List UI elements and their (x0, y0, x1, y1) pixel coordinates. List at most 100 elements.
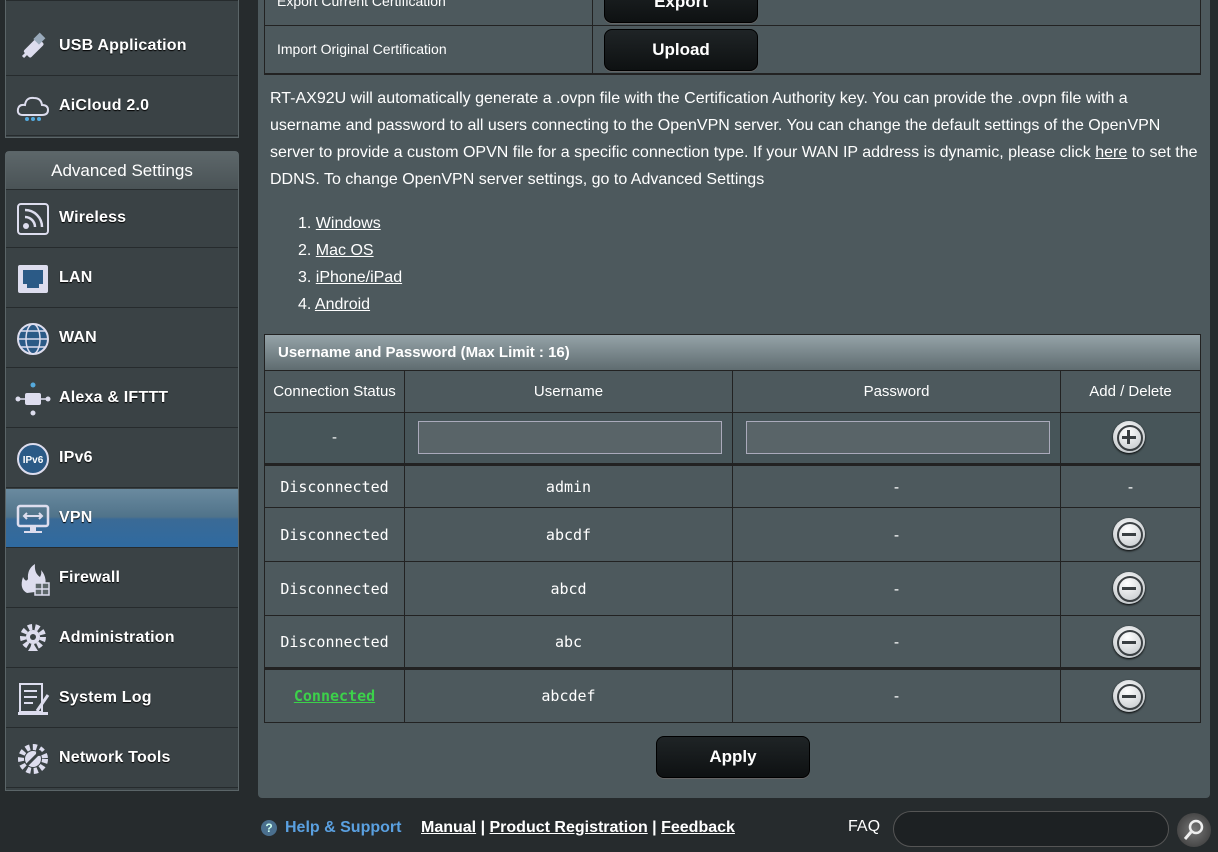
password-cell: - (733, 616, 1061, 667)
col-username: Username (405, 371, 733, 412)
macos-link[interactable]: Mac OS (316, 242, 374, 259)
sidebar-item-label: System Log (59, 689, 152, 706)
delete-user-button[interactable] (1113, 680, 1145, 712)
ipv6-icon: IPv6 (17, 443, 49, 475)
iphone-ipad-link[interactable]: iPhone/iPad (316, 269, 402, 286)
sidebar-item-wan[interactable]: WAN (6, 309, 238, 368)
help-icon: ? (261, 820, 277, 836)
cloud-icon (16, 96, 50, 121)
delete-user-button[interactable] (1113, 626, 1145, 658)
table-row: Disconnected abcd - (265, 562, 1200, 616)
export-cert-label: Export Current Certification (277, 0, 446, 9)
sidebar-item-lan[interactable]: LAN (6, 249, 238, 308)
sidebar-item-label: Alexa & IFTTT (59, 389, 169, 406)
tools-icon (18, 744, 48, 774)
product-registration-link[interactable]: Product Registration (490, 819, 648, 836)
table-row: Disconnected abcdf - (265, 508, 1200, 562)
action-cell: - (1125, 478, 1136, 496)
svg-text:IPv6: IPv6 (23, 455, 44, 466)
sidebar-item-administration[interactable]: Administration (6, 609, 238, 668)
password-cell: - (733, 466, 1061, 507)
import-cert-label: Import Original Certification (277, 41, 447, 57)
advanced-menu: Advanced Settings Wireless LAN WAN Alexa… (5, 151, 239, 791)
sidebar-item-system-log[interactable]: System Log (6, 669, 238, 728)
search-icon (1183, 819, 1204, 840)
sidebar-item-alexa-ifttt[interactable]: Alexa & IFTTT (6, 369, 238, 428)
sidebar-item-label: LAN (59, 269, 93, 286)
table-row: Connected abcdef - (265, 670, 1200, 722)
log-icon (18, 683, 50, 715)
sidebar-item-label: Firewall (59, 569, 121, 586)
faq-label: FAQ (848, 818, 881, 835)
password-cell: - (733, 562, 1061, 615)
new-user-status: - (265, 413, 405, 463)
footer-links: Manual | Product Registration | Feedback (421, 819, 735, 836)
col-connection-status: Connection Status (265, 371, 405, 412)
export-cert-row: Export Current Certification Export (265, 0, 1200, 26)
windows-link[interactable]: Windows (316, 215, 381, 232)
usb-icon (21, 32, 46, 59)
user-table-title: Username and Password (Max Limit : 16) (265, 335, 1200, 371)
table-row: Disconnected abc - (265, 616, 1200, 670)
advanced-settings-title: Advanced Settings (6, 152, 238, 190)
table-header-row: Connection Status Username Password Add … (265, 371, 1200, 413)
list-item: 1. Windows (298, 215, 381, 232)
user-table: Username and Password (Max Limit : 16) C… (264, 334, 1201, 723)
table-row: Disconnected admin - - (265, 466, 1200, 508)
username-cell: abcd (405, 562, 733, 615)
upload-button[interactable]: Upload (604, 29, 758, 71)
password-cell: - (733, 508, 1061, 561)
apply-button[interactable]: Apply (656, 736, 810, 778)
delete-user-button[interactable] (1113, 572, 1145, 604)
vpn-icon (16, 504, 50, 533)
export-button[interactable]: Export (604, 0, 758, 23)
sidebar-item-vpn[interactable]: VPN (6, 489, 238, 548)
add-user-row: - (265, 413, 1200, 466)
ddns-here-link[interactable]: here (1095, 144, 1127, 161)
list-item: 2. Mac OS (298, 242, 374, 259)
openvpn-description: RT-AX92U will automatically generate a .… (270, 85, 1198, 193)
connected-status-link[interactable]: Connected (294, 687, 375, 705)
sidebar-item-wireless[interactable]: Wireless (6, 189, 238, 248)
lan-icon (18, 265, 48, 293)
username-cell: abcdef (405, 670, 733, 722)
col-password: Password (733, 371, 1061, 412)
alexa-icon (15, 382, 51, 416)
sidebar-item-label: Network Tools (59, 749, 171, 766)
firewall-icon (21, 564, 50, 596)
username-input[interactable] (418, 421, 722, 454)
sidebar-item-label: IPv6 (59, 449, 93, 466)
sidebar-item-hidden[interactable] (6, 0, 238, 1)
footer: ? Help & Support Manual | Product Regist… (0, 810, 1218, 847)
delete-user-button[interactable] (1113, 518, 1145, 550)
status-cell: Disconnected (265, 508, 405, 561)
gear-icon (20, 624, 46, 651)
sidebar-item-aicloud[interactable]: AiCloud 2.0 (6, 77, 238, 136)
search-button[interactable] (1177, 813, 1211, 847)
sidebar-item-firewall[interactable]: Firewall (6, 549, 238, 608)
sidebar-item-label: Wireless (59, 209, 127, 226)
android-link[interactable]: Android (315, 296, 370, 313)
sidebar-item-ipv6[interactable]: IPv6 IPv6 (6, 429, 238, 488)
certification-table: Export Current Certification Export Impo… (264, 0, 1201, 75)
status-cell: Disconnected (265, 466, 405, 507)
manual-link[interactable]: Manual (421, 819, 476, 836)
username-cell: admin (405, 466, 733, 507)
username-cell: abc (405, 616, 733, 667)
faq-search-input[interactable] (893, 811, 1169, 847)
password-cell: - (733, 670, 1061, 722)
sidebar-item-label: WAN (59, 329, 97, 346)
password-input[interactable] (746, 421, 1050, 454)
sidebar-item-label: Administration (59, 629, 175, 646)
col-add-delete: Add / Delete (1089, 383, 1172, 400)
list-item: 4. Android (298, 296, 371, 313)
vpn-settings-panel: Export Current Certification Export Impo… (258, 0, 1210, 798)
sidebar-item-label: AiCloud 2.0 (59, 97, 150, 114)
sidebar-item-usb-application[interactable]: USB Application (6, 17, 238, 76)
feedback-link[interactable]: Feedback (661, 819, 735, 836)
wireless-icon (17, 203, 49, 235)
globe-icon (17, 323, 49, 355)
sidebar-item-network-tools[interactable]: Network Tools (6, 729, 238, 788)
description-text: RT-AX92U will automatically generate a .… (270, 90, 1161, 161)
add-user-button[interactable] (1113, 421, 1145, 453)
